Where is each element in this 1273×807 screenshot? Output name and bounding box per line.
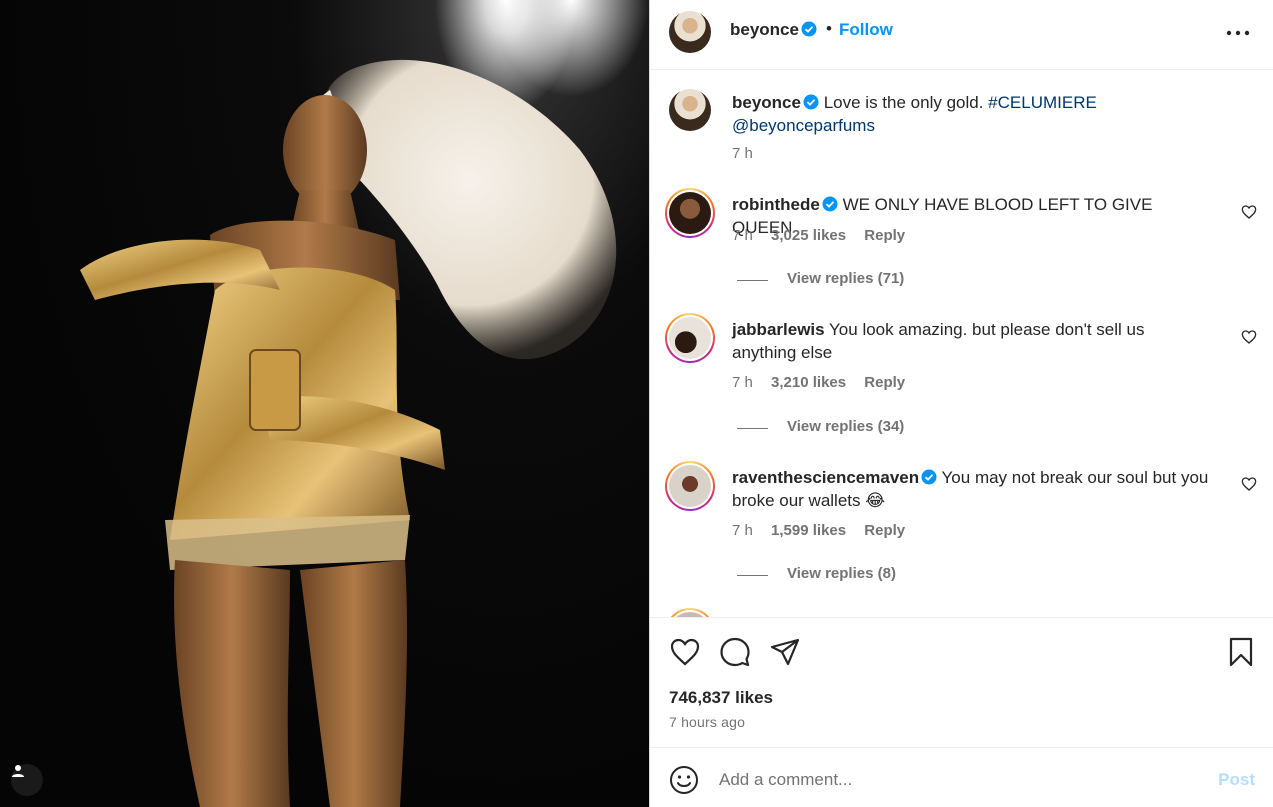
- post-actions-section: 746,837 likes 7 hours ago: [650, 617, 1273, 747]
- comment-like-heart-icon[interactable]: [1241, 476, 1257, 492]
- caption-text: Love is the only gold.: [823, 93, 984, 112]
- post-header: beyonce • Follow: [650, 0, 1273, 70]
- reply-button[interactable]: Reply: [864, 374, 905, 391]
- comment-avatar[interactable]: [665, 461, 715, 511]
- post-image[interactable]: [0, 0, 649, 807]
- comments-list[interactable]: beyonce Love is the only gold. #CELUMIER…: [650, 71, 1273, 617]
- reply-button[interactable]: Reply: [864, 227, 905, 244]
- emoji-icon[interactable]: [669, 765, 699, 795]
- caption-avatar[interactable]: [669, 89, 711, 131]
- comment-time[interactable]: 7 h: [732, 374, 753, 391]
- verified-badge-icon: [921, 469, 937, 485]
- separator-dot: •: [826, 19, 832, 38]
- comment-meta: 7 h 1,599 likes Reply: [732, 522, 919, 539]
- comment-avatar[interactable]: [665, 313, 715, 363]
- comment-text-block: jabbarlewis You look amazing. but please…: [732, 318, 1202, 364]
- author-name-group: beyonce: [730, 20, 817, 40]
- comment-username[interactable]: jabbarlewis: [732, 320, 825, 339]
- comment-like-heart-icon[interactable]: [1241, 329, 1257, 345]
- comment-username[interactable]: raventhesciencemaven: [732, 468, 919, 487]
- replies-divider: [737, 428, 768, 429]
- comment-like-heart-icon[interactable]: [1241, 204, 1257, 220]
- author-username[interactable]: beyonce: [730, 20, 799, 39]
- post-comment-button[interactable]: Post: [1218, 770, 1255, 790]
- verified-badge-icon: [801, 21, 817, 37]
- comment-time[interactable]: 7 h: [732, 227, 753, 244]
- person-icon: [12, 765, 24, 777]
- more-options-icon[interactable]: [1225, 23, 1251, 43]
- view-replies-button[interactable]: View replies (8): [787, 565, 896, 582]
- tagged-users-button[interactable]: [11, 764, 43, 796]
- comment-likes[interactable]: 1,599 likes: [771, 522, 846, 539]
- view-replies-button[interactable]: View replies (71): [787, 270, 904, 287]
- caption-hashtag[interactable]: #CELUMIERE: [988, 93, 1097, 112]
- comment-likes[interactable]: 3,210 likes: [771, 374, 846, 391]
- author-avatar[interactable]: [669, 11, 711, 53]
- replies-divider: [737, 575, 768, 576]
- view-replies-button[interactable]: View replies (34): [787, 418, 904, 435]
- caption-meta: 7 h: [732, 145, 767, 162]
- post-details-panel: beyonce • Follow beyonce Love is the onl…: [649, 0, 1273, 807]
- follow-button[interactable]: Follow: [839, 20, 893, 40]
- post-photo-illustration: [0, 0, 649, 807]
- like-heart-icon[interactable]: [669, 636, 701, 668]
- comment-time[interactable]: 7 h: [732, 522, 753, 539]
- comment-likes[interactable]: 3,025 likes: [771, 227, 846, 244]
- verified-badge-icon: [803, 94, 819, 110]
- comment-username[interactable]: robinthede: [732, 195, 820, 214]
- caption-text-block: beyonce Love is the only gold. #CELUMIER…: [732, 91, 1192, 137]
- verified-badge-icon: [822, 196, 838, 212]
- caption-time[interactable]: 7 h: [732, 145, 753, 162]
- comment-meta: 7 h 3,210 likes Reply: [732, 374, 919, 391]
- caption-username[interactable]: beyonce: [732, 93, 801, 112]
- comment-bubble-icon[interactable]: [719, 636, 751, 668]
- reply-button[interactable]: Reply: [864, 522, 905, 539]
- share-send-icon[interactable]: [769, 636, 801, 668]
- post-timestamp[interactable]: 7 hours ago: [669, 714, 745, 730]
- likes-count[interactable]: 746,837 likes: [669, 688, 773, 708]
- comment-text-block: raventhesciencemaven You may not break o…: [732, 466, 1222, 512]
- comment-avatar[interactable]: [665, 608, 715, 617]
- comment-meta: 7 h 3,025 likes Reply: [732, 227, 919, 244]
- comment-composer: Post: [650, 747, 1273, 807]
- caption-mention[interactable]: @beyonceparfums: [732, 116, 875, 135]
- comment-avatar[interactable]: [665, 188, 715, 238]
- save-bookmark-icon[interactable]: [1225, 636, 1257, 668]
- comment-input[interactable]: [719, 766, 1179, 794]
- replies-divider: [737, 280, 768, 281]
